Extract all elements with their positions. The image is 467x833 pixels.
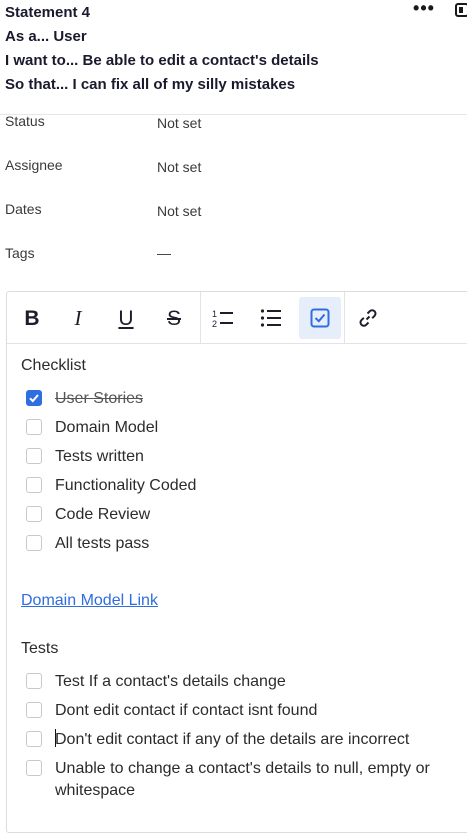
checklist-heading: Checklist	[21, 357, 86, 374]
numbered-list-icon: 1 2	[212, 309, 233, 328]
strikethrough-button[interactable]: S	[153, 297, 195, 339]
checklist-item-label[interactable]: User Stories	[55, 388, 455, 410]
checklist-item: Functionality Coded	[26, 475, 455, 497]
story-title[interactable]: Statement 4	[5, 4, 90, 21]
bold-icon: B	[24, 306, 40, 330]
checkbox[interactable]	[26, 731, 42, 747]
bold-button[interactable]: B	[11, 297, 53, 339]
checkmark-icon	[29, 394, 39, 403]
svg-text:2: 2	[212, 319, 217, 328]
checklist-item-label[interactable]: Tests written	[55, 446, 455, 468]
checkbox[interactable]	[26, 702, 42, 718]
more-options-icon[interactable]: •••	[412, 0, 436, 22]
test-item: Don't edit contact if any of the details…	[26, 729, 455, 751]
test-item: Test If a contact's details change	[26, 671, 455, 693]
strikethrough-icon: S	[166, 306, 181, 330]
story-i-want-to: I want to... Be able to edit a contact's…	[5, 52, 319, 69]
test-item: Unable to change a contact's details to …	[26, 758, 455, 806]
editor-toolbar: B I U S 1 2	[7, 292, 467, 344]
bullet-list-icon	[260, 309, 281, 327]
checklist-item-label[interactable]: Functionality Coded	[55, 475, 455, 497]
checkbox-checked[interactable]	[26, 390, 42, 406]
checkbox[interactable]	[26, 760, 42, 776]
svg-text:1: 1	[212, 309, 217, 319]
tags-value[interactable]: —	[157, 245, 171, 261]
dates-label: Dates	[5, 201, 42, 217]
story-as-a: As a... User	[5, 28, 87, 45]
checklist-item: All tests pass	[26, 533, 455, 555]
italic-button[interactable]: I	[57, 297, 99, 339]
checklist-item-label[interactable]: Code Review	[55, 504, 455, 526]
story-header: Statement 4 As a... User I want to... Be…	[0, 0, 467, 115]
dates-value[interactable]: Not set	[157, 203, 201, 219]
status-value[interactable]: Not set	[157, 115, 201, 131]
checklist-icon	[310, 308, 330, 328]
domain-model-link[interactable]: Domain Model Link	[21, 592, 158, 610]
link-button[interactable]	[347, 297, 389, 339]
tags-label: Tags	[5, 245, 35, 261]
story-so-that: So that... I can fix all of my silly mis…	[5, 76, 296, 93]
tests-heading: Tests	[21, 640, 59, 657]
test-item-label[interactable]: Unable to change a contact's details to …	[55, 758, 455, 802]
test-item-label[interactable]: Test If a contact's details change	[55, 671, 455, 693]
italic-icon: I	[74, 305, 82, 330]
test-item-label: Don't edit contact if any of the details…	[55, 731, 410, 748]
checkbox[interactable]	[26, 419, 42, 435]
checklist-item: User Stories	[26, 388, 455, 410]
test-item-label[interactable]: Dont edit contact if contact isnt found	[55, 700, 455, 722]
numbered-list-button[interactable]: 1 2	[202, 297, 244, 339]
test-item: Dont edit contact if contact isnt found	[26, 700, 455, 722]
assignee-value[interactable]: Not set	[157, 159, 201, 175]
bullet-list-button[interactable]	[250, 297, 292, 339]
assignee-label: Assignee	[5, 157, 63, 173]
checkbox[interactable]	[26, 535, 42, 551]
checkbox[interactable]	[26, 506, 42, 522]
underline-button[interactable]: U	[105, 297, 147, 339]
checkbox[interactable]	[26, 477, 42, 493]
underline-icon: U	[118, 306, 134, 330]
checkbox[interactable]	[26, 673, 42, 689]
link-icon	[359, 309, 377, 327]
checkbox[interactable]	[26, 448, 42, 464]
toolbar-divider	[344, 292, 345, 343]
checklist-item-label[interactable]: All tests pass	[55, 533, 455, 555]
status-label: Status	[5, 113, 45, 129]
toolbar-divider	[200, 292, 201, 343]
checklist-item: Domain Model	[26, 417, 455, 439]
checklist-item: Tests written	[26, 446, 455, 468]
panel-toggle-icon[interactable]	[455, 3, 467, 17]
checklist-item-label[interactable]: Domain Model	[55, 417, 455, 439]
checklist-item: Code Review	[26, 504, 455, 526]
test-item-row[interactable]: Don't edit contact if any of the details…	[55, 729, 455, 751]
checklist-button[interactable]	[299, 297, 341, 339]
